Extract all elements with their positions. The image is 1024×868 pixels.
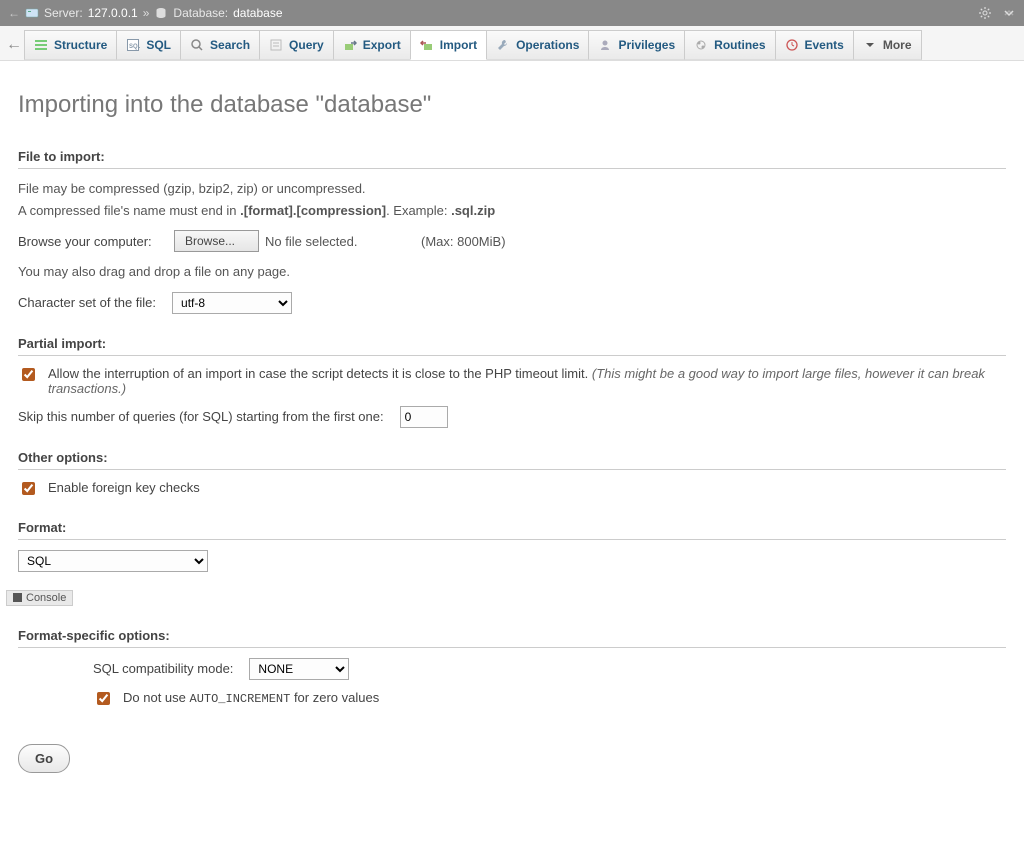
tab-label: Query [289, 38, 324, 52]
format-specific-heading: Format-specific options: [18, 628, 1006, 648]
tab-export[interactable]: Export [333, 30, 411, 60]
tab-operations[interactable]: Operations [486, 30, 589, 60]
auto-increment-label: Do not use AUTO_INCREMENT for zero value… [123, 690, 379, 706]
content-area: Importing into the database "database" F… [0, 61, 1024, 793]
foreign-key-checkbox[interactable] [22, 482, 35, 495]
server-icon [25, 6, 39, 20]
format-heading: Format: [18, 520, 1006, 540]
tab-privileges[interactable]: Privileges [588, 30, 685, 60]
tab-label: Routines [714, 38, 765, 52]
breadcrumb-bar: ← Server: 127.0.0.1 » Database: database [0, 0, 1024, 26]
charset-select[interactable]: utf-8 [172, 292, 292, 314]
auto-increment-checkbox[interactable] [97, 692, 110, 705]
tab-label: Events [805, 38, 844, 52]
breadcrumb-sep: » [143, 6, 150, 20]
skip-queries-input[interactable] [400, 406, 448, 428]
query-icon [269, 38, 283, 52]
console-icon [13, 593, 22, 602]
format-select[interactable]: SQL [18, 550, 208, 572]
tab-sql[interactable]: SQL SQL [116, 30, 181, 60]
allow-interruption-text: Allow the interruption of an import in c… [48, 366, 1006, 396]
foreign-key-label: Enable foreign key checks [48, 480, 200, 495]
skip-queries-label: Skip this number of queries (for SQL) st… [18, 409, 384, 424]
tab-bar: ← Structure SQL SQL Search Query Export … [0, 26, 1024, 61]
file-name-note: A compressed file's name must end in .[f… [18, 201, 1006, 221]
wrench-icon [496, 38, 510, 52]
tab-label: More [883, 38, 912, 52]
search-icon [190, 38, 204, 52]
no-file-selected: No file selected. [265, 234, 415, 249]
file-compress-note: File may be compressed (gzip, bzip2, zip… [18, 179, 1006, 199]
tab-search[interactable]: Search [180, 30, 260, 60]
console-toggle[interactable]: Console [6, 590, 73, 606]
tab-label: Export [363, 38, 401, 52]
svg-text:SQL: SQL [129, 44, 140, 50]
database-label: Database: [173, 6, 228, 20]
tabs-back-arrow[interactable]: ← [4, 30, 24, 60]
tab-label: Search [210, 38, 250, 52]
tab-query[interactable]: Query [259, 30, 334, 60]
server-label: Server: [44, 6, 83, 20]
partial-import-heading: Partial import: [18, 336, 1006, 356]
chevron-down-icon [863, 38, 877, 52]
file-import-heading: File to import: [18, 149, 1006, 169]
tab-label: Import [440, 38, 477, 52]
compat-mode-select[interactable]: NONE [249, 658, 349, 680]
tab-structure[interactable]: Structure [24, 30, 117, 60]
tab-label: SQL [146, 38, 171, 52]
privileges-icon [598, 38, 612, 52]
tab-events[interactable]: Events [775, 30, 854, 60]
tab-label: Operations [516, 38, 579, 52]
structure-icon [34, 38, 48, 52]
routines-icon [694, 38, 708, 52]
server-value[interactable]: 127.0.0.1 [88, 6, 138, 20]
database-icon [154, 6, 168, 20]
other-options-heading: Other options: [18, 450, 1006, 470]
tab-label: Privileges [618, 38, 675, 52]
sql-icon: SQL [126, 38, 140, 52]
export-icon [343, 38, 357, 52]
tab-import[interactable]: Import [410, 30, 487, 60]
page-title: Importing into the database "database" [18, 91, 1006, 119]
console-label: Console [26, 592, 66, 604]
database-value[interactable]: database [233, 6, 282, 20]
clock-icon [785, 38, 799, 52]
tab-more[interactable]: More [853, 30, 922, 60]
gear-icon[interactable] [978, 6, 992, 20]
back-arrow-small[interactable]: ← [8, 6, 20, 20]
compat-mode-label: SQL compatibility mode: [93, 661, 233, 676]
go-button[interactable]: Go [18, 744, 70, 773]
import-icon [420, 38, 434, 52]
browse-label: Browse your computer: [18, 234, 160, 249]
allow-interruption-checkbox[interactable] [22, 368, 35, 381]
browse-button[interactable]: Browse... [174, 230, 259, 252]
tab-routines[interactable]: Routines [684, 30, 775, 60]
dragdrop-note: You may also drag and drop a file on any… [18, 262, 1006, 282]
collapse-icon[interactable] [1002, 6, 1016, 20]
tab-label: Structure [54, 38, 107, 52]
charset-label: Character set of the file: [18, 295, 156, 310]
max-size: (Max: 800MiB) [421, 234, 1006, 249]
